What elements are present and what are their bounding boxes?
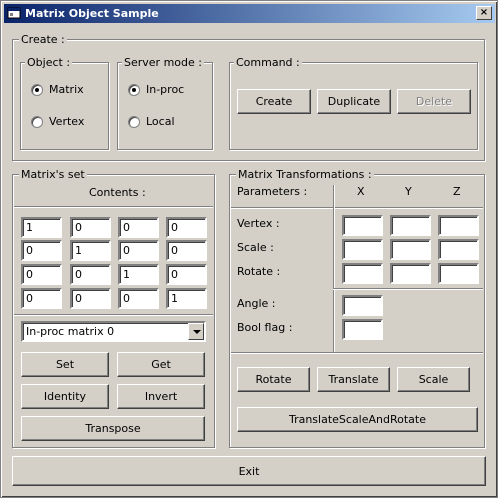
matrix-cell[interactable]: 0 — [118, 240, 159, 261]
title-bar[interactable]: Matrix Object Sample × — [4, 4, 495, 23]
matrix-cell[interactable]: 0 — [21, 240, 62, 261]
chevron-down-icon[interactable] — [188, 323, 204, 340]
matrix-divider — [14, 314, 213, 316]
matrix-cell[interactable]: 1 — [21, 217, 62, 238]
command-group: Command : Create Duplicate Delete — [229, 56, 478, 150]
matrix-cell[interactable]: 0 — [70, 217, 111, 238]
exit-button[interactable]: Exit — [12, 456, 486, 486]
window-title: Matrix Object Sample — [25, 7, 159, 20]
matrix-cell[interactable]: 0 — [166, 240, 207, 261]
angle-divider — [333, 288, 483, 290]
radio-matrix-label: Matrix — [49, 83, 84, 96]
angle-label: Angle : — [237, 297, 276, 310]
transformations-group: Matrix Transformations : Parameters : X … — [229, 168, 485, 448]
rotate-button[interactable]: Rotate — [237, 367, 310, 392]
scale-label: Scale : — [237, 241, 274, 254]
rotate-label: Rotate : — [237, 265, 281, 278]
matrix-set-group: Matrix's set Contents : 1 0 0 0 0 1 0 0 … — [12, 168, 215, 448]
parameters-label: Parameters : — [237, 185, 308, 198]
vertex-y-field[interactable] — [390, 215, 431, 236]
duplicate-button[interactable]: Duplicate — [317, 89, 391, 114]
server-mode-group: Server mode : In-proc Local — [117, 56, 213, 150]
params-divider — [231, 207, 483, 209]
invert-button[interactable]: Invert — [117, 384, 205, 409]
command-legend: Command : — [234, 56, 302, 69]
vertex-x-field[interactable] — [342, 215, 383, 236]
scale-z-field[interactable] — [438, 239, 479, 260]
create-group: Create : Object : Matrix Vertex Server m… — [12, 33, 485, 161]
bool-flag-label: Bool flag : — [237, 321, 293, 334]
matrix-cell[interactable]: 0 — [166, 217, 207, 238]
main-window: Matrix Object Sample × Create : Object :… — [0, 0, 498, 498]
y-header: Y — [405, 185, 412, 198]
matrix-select[interactable]: In-proc matrix 0 — [21, 321, 206, 342]
scale-button[interactable]: Scale — [397, 367, 470, 392]
create-legend: Create : — [19, 33, 67, 46]
x-header: X — [357, 185, 365, 198]
get-button[interactable]: Get — [117, 352, 205, 377]
radio-local-label: Local — [146, 115, 175, 128]
server-mode-legend: Server mode : — [122, 56, 204, 69]
object-group: Object : Matrix Vertex — [20, 56, 109, 150]
contents-label: Contents : — [89, 186, 146, 199]
radio-inproc[interactable]: In-proc — [128, 83, 184, 96]
bool-flag-field[interactable] — [342, 319, 383, 340]
vertex-label: Vertex : — [237, 217, 280, 230]
transformations-legend: Matrix Transformations : — [236, 168, 374, 181]
transpose-button[interactable]: Transpose — [21, 416, 205, 441]
radio-inproc-indicator — [128, 83, 140, 96]
delete-button: Delete — [397, 89, 471, 114]
rotate-y-field[interactable] — [390, 263, 431, 284]
matrix-cell[interactable]: 0 — [70, 264, 111, 285]
matrix-cell[interactable]: 0 — [118, 217, 159, 238]
create-button[interactable]: Create — [237, 89, 311, 114]
close-button[interactable]: × — [476, 6, 492, 20]
radio-inproc-label: In-proc — [146, 83, 185, 96]
radio-matrix-indicator — [31, 83, 43, 96]
rotate-x-field[interactable] — [342, 263, 383, 284]
radio-vertex[interactable]: Vertex — [31, 115, 84, 128]
radio-local[interactable]: Local — [128, 115, 175, 128]
translate-button[interactable]: Translate — [317, 367, 390, 392]
z-header: Z — [453, 185, 461, 198]
matrix-cell[interactable]: 0 — [21, 264, 62, 285]
matrix-set-legend: Matrix's set — [19, 168, 87, 181]
radio-local-indicator — [128, 115, 140, 128]
buttons-divider — [231, 352, 483, 354]
matrix-cell[interactable]: 0 — [70, 288, 111, 309]
matrix-cell[interactable]: 1 — [118, 264, 159, 285]
angle-field[interactable] — [342, 295, 383, 316]
scale-y-field[interactable] — [390, 239, 431, 260]
matrix-cell[interactable]: 0 — [166, 264, 207, 285]
radio-vertex-label: Vertex — [49, 115, 85, 128]
matrix-cell[interactable]: 0 — [21, 288, 62, 309]
set-button[interactable]: Set — [21, 352, 109, 377]
rotate-z-field[interactable] — [438, 263, 479, 284]
radio-matrix[interactable]: Matrix — [31, 83, 84, 96]
matrix-cell[interactable]: 0 — [118, 288, 159, 309]
identity-button[interactable]: Identity — [21, 384, 109, 409]
params-vertical-divider — [333, 185, 335, 353]
object-legend: Object : — [25, 56, 73, 69]
radio-vertex-indicator — [31, 115, 43, 128]
matrix-cell[interactable]: 1 — [70, 240, 111, 261]
scale-x-field[interactable] — [342, 239, 383, 260]
app-icon — [7, 7, 21, 19]
matrix-cell[interactable]: 1 — [166, 288, 207, 309]
vertex-z-field[interactable] — [438, 215, 479, 236]
translate-scale-rotate-button[interactable]: TranslateScaleAndRotate — [237, 407, 478, 432]
contents-divider — [14, 206, 213, 208]
matrix-select-value: In-proc matrix 0 — [26, 325, 115, 338]
